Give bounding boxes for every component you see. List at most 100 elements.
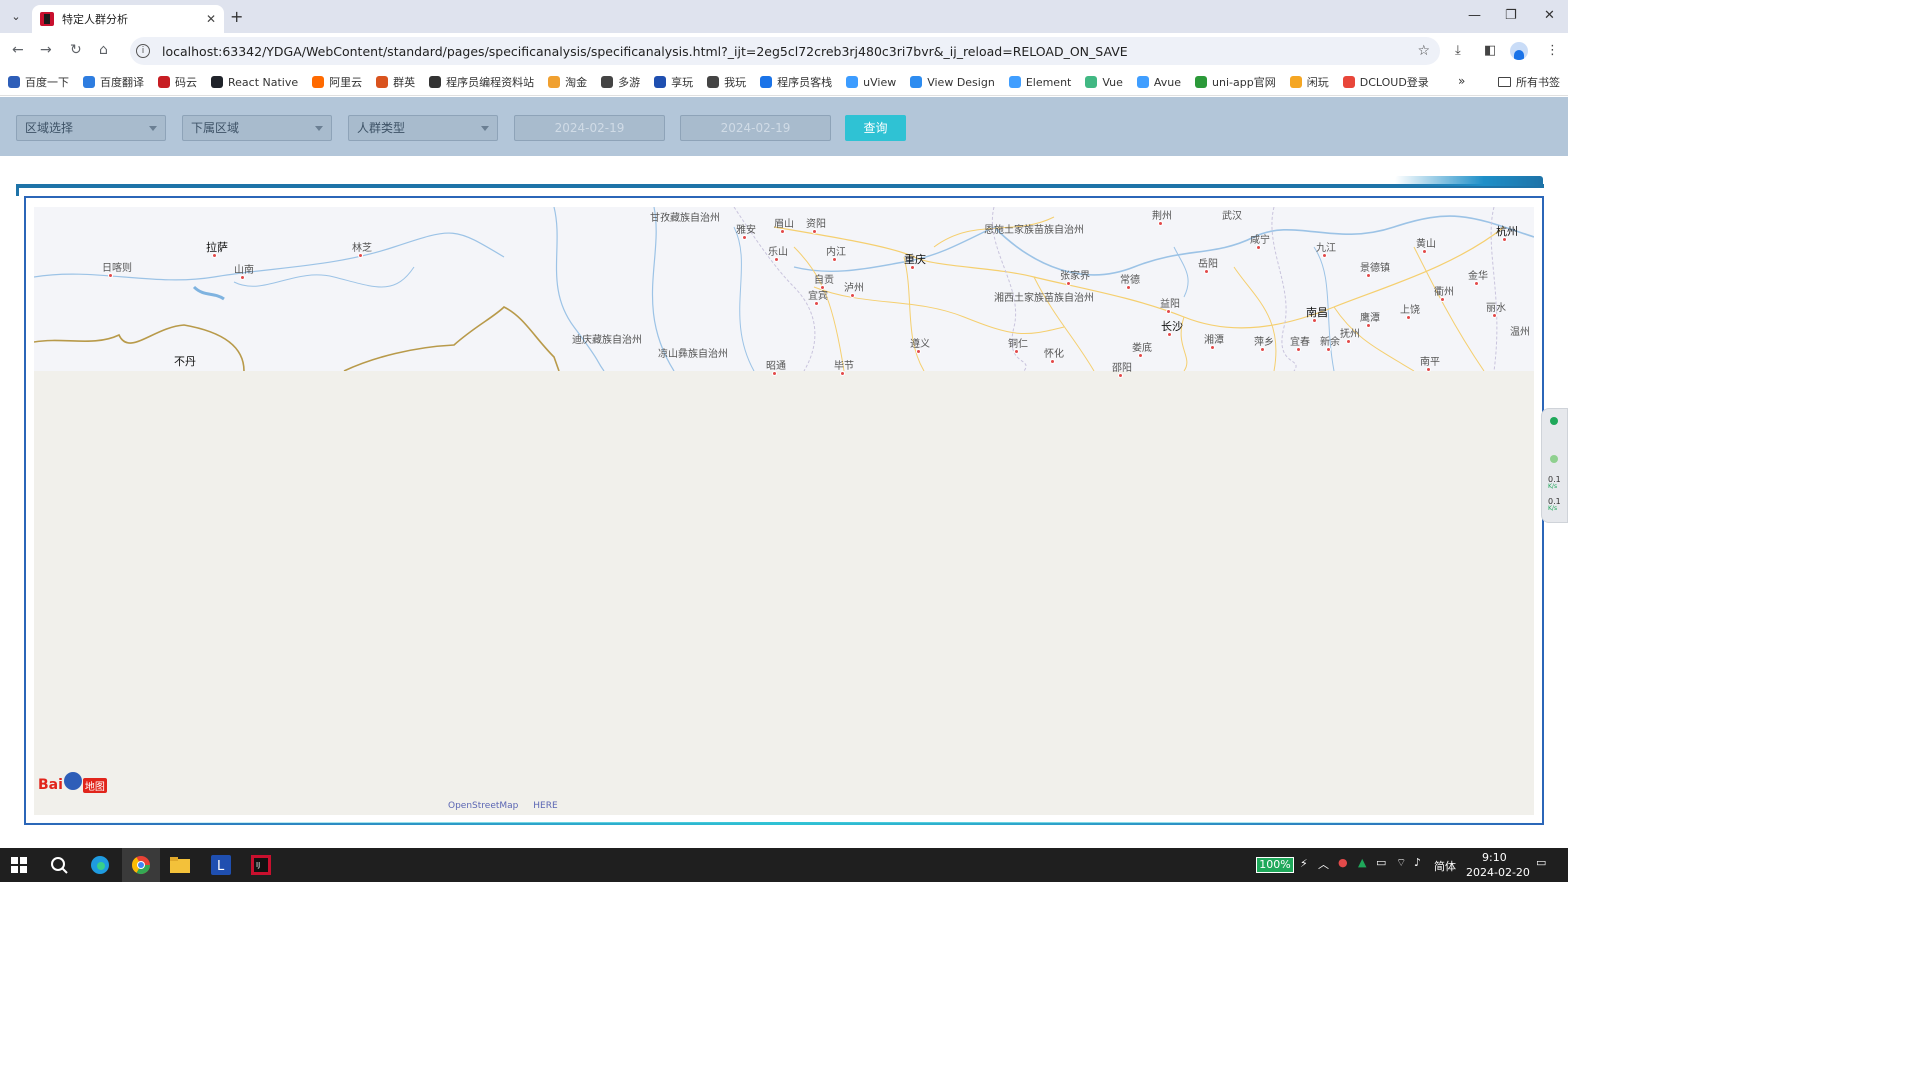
- city-marker-icon: [840, 371, 845, 376]
- search-icon[interactable]: [48, 854, 70, 876]
- city-marker-icon: [774, 257, 779, 262]
- bookmark-star-icon[interactable]: ☆: [1417, 43, 1430, 59]
- region-select[interactable]: 区域选择: [16, 115, 166, 141]
- panel-top-border: [16, 184, 1544, 188]
- query-button[interactable]: 查询: [845, 115, 906, 141]
- baidu-map[interactable]: 甘孜藏族自治州 拉萨 林芝 日喀则 山南 不丹 雅安 眉山 资阳 乐山 内江 自贡 泸州 宜宾 重庆 恩施土家…: [34, 207, 1534, 815]
- clock-time[interactable]: 9:10: [1482, 851, 1507, 864]
- home-icon[interactable]: ⌂: [99, 42, 108, 58]
- windows-start-icon[interactable]: [8, 854, 30, 876]
- clock-date[interactable]: 2024-02-20: [1466, 866, 1530, 879]
- status-dot-icon: [1550, 455, 1558, 463]
- antivirus-tray-icon[interactable]: ●: [1338, 856, 1348, 869]
- minimize-icon[interactable]: —: [1468, 8, 1481, 23]
- filter-bar: 区域选择 下属区域 人群类型 2024-02-19 2024-02-19 查询: [0, 97, 1568, 156]
- webstorm-ide-icon[interactable]: IJ: [250, 854, 272, 876]
- bookmark-item[interactable]: React Native: [211, 76, 298, 89]
- city-marker-icon: [916, 349, 921, 354]
- bookmark-item[interactable]: Avue: [1136, 76, 1181, 89]
- map-place-label: 日喀则: [102, 263, 132, 274]
- wifi-icon[interactable]: ⌔: [1396, 856, 1406, 870]
- file-explorer-icon[interactable]: [169, 854, 191, 876]
- volume-icon[interactable]: ♪: [1414, 856, 1421, 869]
- l-app-icon[interactable]: L: [210, 854, 232, 876]
- map-place-label: 常德: [1120, 275, 1140, 286]
- crowd-type-select[interactable]: 人群类型: [348, 115, 498, 141]
- network-monitor-icon[interactable]: ▲: [1358, 856, 1366, 869]
- bookmark-item[interactable]: 多游: [601, 74, 640, 90]
- reload-icon[interactable]: ↻: [70, 42, 82, 58]
- baidu-map-logo[interactable]: Bai 地图: [38, 772, 107, 793]
- forward-arrow-icon[interactable]: →: [40, 42, 52, 58]
- map-place-label: 恩施土家族苗族自治州: [984, 225, 1084, 236]
- sub-region-select-value: 下属区域: [191, 121, 240, 135]
- bookmark-item[interactable]: 百度一下: [8, 74, 69, 90]
- restore-icon[interactable]: ❐: [1505, 8, 1517, 23]
- city-marker-icon: [1312, 318, 1317, 323]
- tab-search-chevron-icon[interactable]: ⌄: [6, 6, 26, 26]
- attribution-osm[interactable]: OpenStreetMap: [448, 801, 518, 811]
- bookmark-label: 百度翻译: [100, 76, 144, 89]
- city-marker-icon: [212, 253, 217, 258]
- map-place-label: 林芝: [352, 243, 372, 254]
- bookmark-item[interactable]: Vue: [1085, 76, 1123, 89]
- all-bookmarks-button[interactable]: 所有书签: [1498, 74, 1560, 90]
- bookmark-item[interactable]: 阿里云: [312, 74, 362, 90]
- profile-avatar[interactable]: [1510, 42, 1528, 60]
- edge-browser-icon[interactable]: [89, 854, 111, 876]
- bookmark-item[interactable]: uni-app官网: [1195, 74, 1276, 90]
- tray-expand-icon[interactable]: ︿: [1318, 856, 1329, 872]
- side-panel-icon[interactable]: ◧: [1484, 43, 1496, 58]
- notification-icon[interactable]: ▭: [1536, 856, 1546, 869]
- windows-taskbar: L IJ 100% ⚡ ︿ ● ▲ ▭ ⌔ ♪ 简体 9:10 2024-02-…: [0, 848, 1568, 882]
- bookmark-item[interactable]: uView: [846, 76, 896, 89]
- sub-region-select[interactable]: 下属区域: [182, 115, 332, 141]
- bookmark-item[interactable]: 享玩: [654, 74, 693, 90]
- bookmark-item[interactable]: 程序员编程资料站: [429, 74, 534, 90]
- bookmark-favicon-icon: [312, 76, 325, 88]
- network-speed-widget[interactable]: 0.1 K/s 0.1 K/s: [1541, 408, 1568, 523]
- bookmark-item[interactable]: 百度翻译: [83, 74, 144, 90]
- new-tab-plus-icon[interactable]: +: [230, 7, 243, 26]
- map-place-label: 邵阳: [1112, 363, 1132, 374]
- address-bar[interactable]: i localhost:63342/YDGA/WebContent/standa…: [130, 37, 1440, 65]
- attribution-here[interactable]: HERE: [533, 801, 557, 811]
- browser-tab-active[interactable]: 特定人群分析 ✕: [32, 5, 224, 33]
- site-info-icon[interactable]: i: [136, 44, 150, 58]
- browser-menu-icon[interactable]: ⋮: [1546, 43, 1559, 58]
- bookmark-item[interactable]: 淘金: [548, 74, 587, 90]
- battery-tray-icon[interactable]: ▭: [1376, 856, 1386, 869]
- url-text[interactable]: localhost:63342/YDGA/WebContent/standard…: [162, 44, 1417, 59]
- crowd-type-select-value: 人群类型: [357, 121, 406, 135]
- end-date-input[interactable]: 2024-02-19: [680, 115, 831, 141]
- map-tile-layer[interactable]: 甘孜藏族自治州 拉萨 林芝 日喀则 山南 不丹 雅安 眉山 资阳 乐山 内江 自贡 泸州 宜宾 重庆 恩施土家…: [34, 207, 1534, 378]
- bookmark-item[interactable]: 码云: [158, 74, 197, 90]
- tab-close-icon[interactable]: ✕: [206, 12, 216, 26]
- city-marker-icon: [1346, 339, 1351, 344]
- city-marker-icon: [1050, 359, 1055, 364]
- map-place-label: 不丹: [174, 355, 196, 368]
- start-date-input[interactable]: 2024-02-19: [514, 115, 665, 141]
- bookmark-favicon-icon: [548, 76, 561, 88]
- panel-bottom-glow: [24, 822, 1544, 825]
- bookmark-item[interactable]: 我玩: [707, 74, 746, 90]
- status-dot-icon: [1550, 417, 1558, 425]
- bookmark-item[interactable]: Element: [1008, 76, 1071, 89]
- bookmark-item[interactable]: 群英: [376, 74, 415, 90]
- bookmark-item[interactable]: DCLOUD登录: [1342, 74, 1429, 90]
- map-place-label: 资阳: [806, 219, 826, 230]
- download-icon[interactable]: ⤓: [1455, 43, 1461, 58]
- chrome-browser-icon[interactable]: [130, 854, 152, 876]
- bookmark-item[interactable]: 闲玩: [1289, 74, 1329, 90]
- window-close-icon[interactable]: ✕: [1544, 8, 1555, 23]
- bookmark-item[interactable]: View Design: [910, 76, 995, 89]
- bookmark-label: View Design: [927, 75, 995, 89]
- city-marker-icon: [1256, 245, 1261, 250]
- city-marker-icon: [1502, 237, 1507, 242]
- bookmarks-overflow-icon[interactable]: »: [1458, 74, 1465, 88]
- city-marker-icon: [1474, 281, 1479, 286]
- ime-indicator[interactable]: 简体: [1434, 858, 1456, 874]
- bookmark-item[interactable]: 程序员客栈: [760, 74, 832, 90]
- back-arrow-icon[interactable]: ←: [12, 42, 24, 58]
- battery-indicator[interactable]: 100%: [1256, 857, 1294, 873]
